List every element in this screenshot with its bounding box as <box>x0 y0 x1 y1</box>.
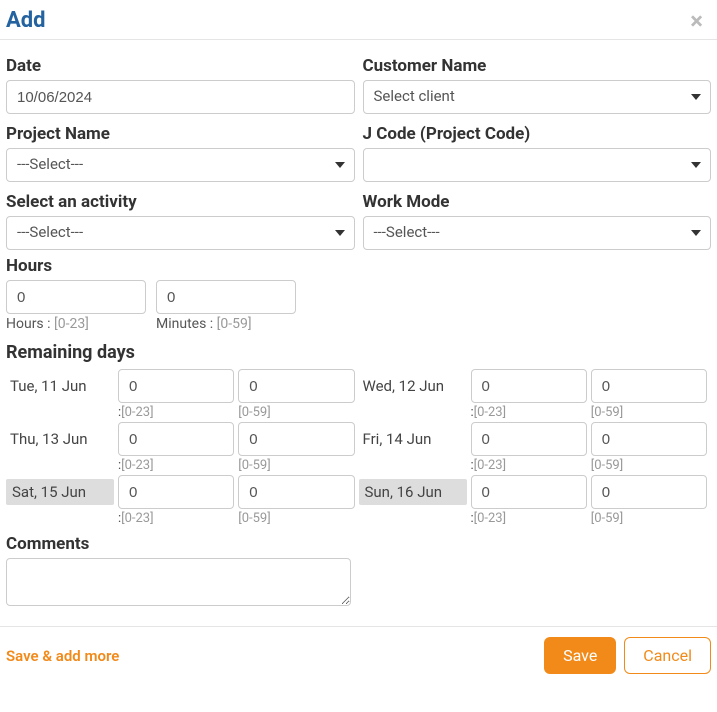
jcode-select[interactable] <box>363 148 712 182</box>
remaining-day-hours-hint: :[0-23] <box>118 511 234 526</box>
remaining-day-minutes-input[interactable] <box>591 369 707 403</box>
remaining-day-cell: Tue, 11 Jun :[0-23] [0-59] <box>6 367 359 420</box>
hours-hint: Hours : [0-23] <box>6 316 146 332</box>
remaining-day-cell: Sat, 15 Jun :[0-23] [0-59] <box>6 473 359 526</box>
remaining-day-hours-hint: :[0-23] <box>118 458 234 473</box>
remaining-day-minutes-hint: [0-59] <box>238 405 354 420</box>
customer-label: Customer Name <box>363 56 712 76</box>
remaining-day-hours-hint: :[0-23] <box>471 458 587 473</box>
remaining-day-minutes-input[interactable] <box>591 475 707 509</box>
remaining-day-hours-hint: :[0-23] <box>118 405 234 420</box>
remaining-days-title: Remaining days <box>6 342 711 363</box>
remaining-day-minutes-input[interactable] <box>591 422 707 456</box>
remaining-day-hours-input[interactable] <box>471 422 587 456</box>
remaining-day-hours-input[interactable] <box>118 369 234 403</box>
minutes-input[interactable] <box>156 280 296 314</box>
activity-label: Select an activity <box>6 192 355 212</box>
remaining-day-label: Sun, 16 Jun <box>359 479 467 505</box>
remaining-day-label: Wed, 12 Jun <box>359 369 467 399</box>
remaining-day-hours-input[interactable] <box>118 422 234 456</box>
remaining-day-minutes-input[interactable] <box>238 422 354 456</box>
remaining-day-minutes-hint: [0-59] <box>591 458 707 473</box>
close-icon[interactable]: × <box>682 9 711 33</box>
remaining-day-hours-hint: :[0-23] <box>471 405 587 420</box>
comments-textarea[interactable] <box>6 558 351 606</box>
remaining-day-label: Fri, 14 Jun <box>359 422 467 452</box>
minutes-hint: Minutes : [0-59] <box>156 316 296 332</box>
save-button[interactable]: Save <box>544 637 616 674</box>
remaining-day-hours-input[interactable] <box>471 475 587 509</box>
customer-select[interactable]: Select client <box>363 80 712 114</box>
date-input[interactable] <box>6 80 355 114</box>
date-label: Date <box>6 56 355 76</box>
remaining-day-cell: Thu, 13 Jun :[0-23] [0-59] <box>6 420 359 473</box>
workmode-label: Work Mode <box>363 192 712 212</box>
hours-label: Hours <box>6 256 711 276</box>
remaining-day-label: Thu, 13 Jun <box>6 422 114 452</box>
remaining-day-minutes-hint: [0-59] <box>591 405 707 420</box>
remaining-day-minutes-hint: [0-59] <box>591 511 707 526</box>
remaining-day-cell: Sun, 16 Jun :[0-23] [0-59] <box>359 473 712 526</box>
remaining-day-minutes-input[interactable] <box>238 475 354 509</box>
remaining-day-minutes-hint: [0-59] <box>238 511 354 526</box>
project-label: Project Name <box>6 124 355 144</box>
remaining-day-cell: Fri, 14 Jun :[0-23] [0-59] <box>359 420 712 473</box>
remaining-day-minutes-input[interactable] <box>238 369 354 403</box>
remaining-day-label: Tue, 11 Jun <box>6 369 114 399</box>
jcode-label: J Code (Project Code) <box>363 124 712 144</box>
remaining-day-hours-input[interactable] <box>471 369 587 403</box>
project-select[interactable]: ---Select--- <box>6 148 355 182</box>
comments-label: Comments <box>6 534 711 554</box>
remaining-day-hours-hint: :[0-23] <box>471 511 587 526</box>
workmode-select[interactable]: ---Select--- <box>363 216 712 250</box>
modal-title: Add <box>6 8 46 33</box>
cancel-button[interactable]: Cancel <box>624 637 711 674</box>
remaining-day-hours-input[interactable] <box>118 475 234 509</box>
save-add-more-link[interactable]: Save & add more <box>6 647 119 665</box>
remaining-day-minutes-hint: [0-59] <box>238 458 354 473</box>
activity-select[interactable]: ---Select--- <box>6 216 355 250</box>
hours-input[interactable] <box>6 280 146 314</box>
remaining-day-cell: Wed, 12 Jun :[0-23] [0-59] <box>359 367 712 420</box>
remaining-day-label: Sat, 15 Jun <box>6 479 114 505</box>
